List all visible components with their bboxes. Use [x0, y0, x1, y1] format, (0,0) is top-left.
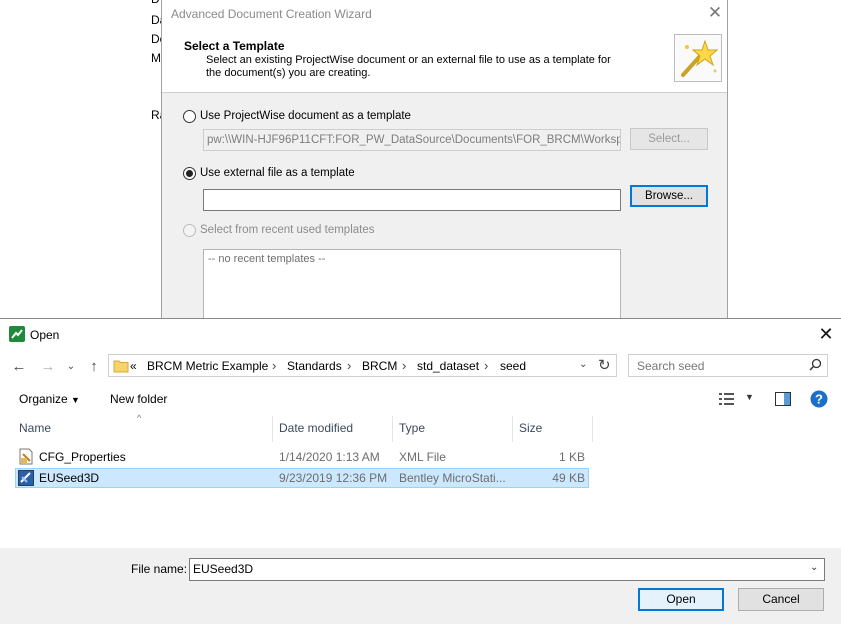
column-header-name[interactable]: Name — [19, 421, 51, 435]
column-divider[interactable] — [272, 416, 273, 442]
back-arrow-icon[interactable]: ← — [9, 357, 29, 377]
recent-templates-list[interactable]: -- no recent templates -- — [203, 249, 621, 321]
cancel-button[interactable]: Cancel — [738, 588, 824, 611]
file-name: CFG_Properties — [39, 450, 126, 464]
address-bar[interactable]: « BRCM Metric Example › Standards › BRCM… — [108, 354, 617, 377]
radio-recent-template — [183, 224, 196, 237]
radio-external-template-label[interactable]: Use external file as a template — [200, 167, 355, 179]
filename-label: File name: — [131, 562, 188, 576]
open-dialog-title: Open — [30, 328, 60, 342]
refresh-icon[interactable]: ↻ — [598, 356, 611, 374]
preview-pane-icon[interactable] — [775, 392, 791, 409]
breadcrumb-brcm-metric[interactable]: BRCM Metric Example — [147, 359, 268, 373]
open-button[interactable]: Open — [638, 588, 724, 611]
microstation-file-icon — [18, 470, 34, 489]
chevron-down-icon: ▼ — [71, 395, 80, 405]
select-button: Select... — [630, 128, 708, 150]
organize-menu[interactable]: Organize ▼ — [19, 392, 80, 406]
open-dialog: Open ✕ ← → ⌄ ↑ « BRCM Metric Example › S… — [0, 318, 841, 624]
view-options-icon[interactable] — [719, 392, 735, 409]
organize-label: Organize — [19, 392, 68, 406]
filename-input[interactable]: EUSeed3D — [189, 558, 825, 581]
file-date: 1/14/2020 1:13 AM — [279, 450, 380, 464]
new-folder-button[interactable]: New folder — [110, 392, 167, 406]
column-header-type[interactable]: Type — [399, 421, 425, 435]
wizard-heading: Select a Template — [184, 39, 285, 53]
bg-text-1: D — [151, 0, 160, 6]
xml-file-icon — [18, 448, 34, 468]
search-icon[interactable] — [809, 358, 822, 374]
wizard-wand-icon — [674, 34, 722, 82]
file-type: XML File — [399, 450, 446, 464]
table-row[interactable]: EUSeed3D 9/23/2019 12:36 PM Bentley Micr… — [15, 468, 589, 488]
chevron-right-icon[interactable]: › — [347, 358, 351, 373]
search-input[interactable]: Search seed — [637, 359, 704, 373]
app-icon — [9, 326, 25, 342]
column-divider[interactable] — [592, 416, 593, 442]
file-size: 49 KB — [552, 471, 585, 485]
folder-icon — [113, 358, 129, 376]
chevron-right-icon[interactable]: › — [402, 358, 406, 373]
view-dropdown-icon[interactable]: ▼ — [745, 392, 754, 402]
radio-pw-template[interactable] — [183, 110, 196, 123]
column-header-size[interactable]: Size — [519, 421, 542, 435]
external-file-input[interactable] — [203, 189, 621, 211]
breadcrumb-std-dataset[interactable]: std_dataset — [417, 359, 479, 373]
address-dropdown-icon[interactable]: ⌄ — [579, 359, 587, 370]
up-arrow-icon[interactable]: ↑ — [84, 357, 104, 377]
sort-arrow-icon: ^ — [137, 413, 142, 423]
column-divider[interactable] — [392, 416, 393, 442]
browse-button[interactable]: Browse... — [630, 185, 708, 207]
radio-recent-template-label: Select from recent used templates — [200, 224, 375, 236]
recent-templates-empty: -- no recent templates -- — [208, 253, 326, 265]
wizard-titlebar: Advanced Document Creation Wizard ✕ — [162, 0, 727, 28]
file-date: 9/23/2019 12:36 PM — [279, 471, 388, 485]
filename-dropdown-icon[interactable]: ⌄ — [810, 562, 818, 573]
wizard-description: Select an existing ProjectWise document … — [206, 54, 611, 79]
chevron-right-icon[interactable]: › — [484, 358, 488, 373]
file-size: 1 KB — [558, 450, 585, 464]
close-icon[interactable]: ✕ — [817, 324, 835, 344]
wizard-dialog: Advanced Document Creation Wizard ✕ Sele… — [161, 0, 728, 321]
breadcrumb-standards[interactable]: Standards — [287, 359, 342, 373]
wizard-close-icon[interactable]: ✕ — [707, 4, 723, 22]
radio-external-template[interactable] — [183, 167, 196, 180]
breadcrumb-overflow[interactable]: « — [130, 359, 137, 373]
radio-pw-template-label[interactable]: Use ProjectWise document as a template — [200, 110, 411, 122]
search-box[interactable]: Search seed — [628, 354, 828, 377]
recent-chevron-icon[interactable]: ⌄ — [61, 357, 81, 377]
help-icon[interactable]: ? — [810, 390, 828, 411]
chevron-right-icon[interactable]: › — [272, 358, 276, 373]
bg-text-4: M — [151, 51, 161, 65]
column-header-date[interactable]: Date modified — [279, 421, 353, 435]
pw-path-field: pw:\\WIN-HJF96P11CFT:FOR_PW_DataSource\D… — [203, 129, 621, 151]
breadcrumb-brcm[interactable]: BRCM — [362, 359, 397, 373]
file-type: Bentley MicroStati... — [399, 471, 506, 485]
table-row[interactable]: CFG_Properties 1/14/2020 1:13 AM XML Fil… — [15, 447, 589, 467]
breadcrumb-seed[interactable]: seed — [500, 359, 526, 373]
wizard-title: Advanced Document Creation Wizard — [171, 7, 372, 21]
wizard-header: Select a Template Select an existing Pro… — [162, 28, 727, 93]
open-dialog-footer: File name: EUSeed3D ⌄ Open Cancel — [0, 548, 841, 624]
forward-arrow-icon: → — [40, 358, 56, 375]
svg-text:?: ? — [815, 392, 823, 407]
file-name: EUSeed3D — [39, 471, 100, 485]
column-divider[interactable] — [512, 416, 513, 442]
